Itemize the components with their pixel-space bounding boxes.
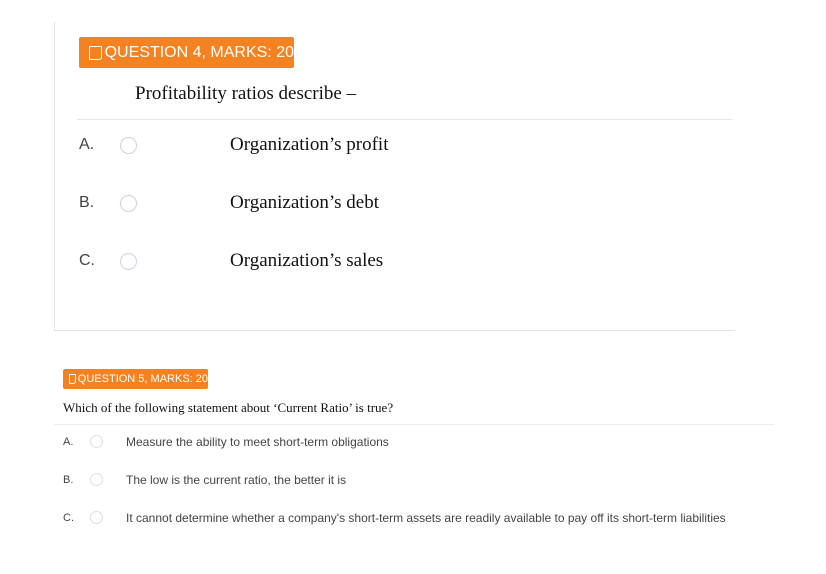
option-letter: C. — [63, 511, 74, 524]
option-letter: B. — [63, 473, 74, 486]
question-5-badge: QUESTION 5, MARKS: 20 — [63, 369, 208, 389]
option-letter: C. — [79, 252, 95, 269]
option-a-radio[interactable] — [120, 136, 137, 154]
option-b-radio[interactable] — [90, 473, 103, 486]
question-4-card — [54, 22, 735, 331]
question-5-divider — [54, 424, 774, 425]
question-5-badge-label: QUESTION 5, MARKS: 20 — [77, 373, 208, 385]
option-c-radio[interactable] — [120, 252, 137, 270]
option-text: It cannot determine whether a company's … — [126, 510, 726, 525]
option-a-radio[interactable] — [90, 435, 103, 448]
option-text: The low is the current ratio, the better… — [126, 472, 347, 487]
option-letter: A. — [63, 435, 74, 448]
option-b-radio[interactable] — [120, 194, 137, 212]
option-text: Organization’s profit — [230, 134, 389, 155]
option-letter: A. — [79, 136, 95, 153]
question-4-badge-label: QUESTION 4, MARKS: 20 — [104, 43, 294, 61]
option-letter: B. — [79, 194, 95, 211]
option-text: Organization’s sales — [230, 250, 384, 271]
question-4-divider — [77, 119, 732, 120]
note-icon — [89, 45, 102, 60]
option-text: Organization’s debt — [230, 192, 379, 213]
question-5-stem: Which of the following statement about ‘… — [63, 400, 394, 415]
question-4-badge: QUESTION 4, MARKS: 20 — [79, 37, 294, 68]
question-4-stem: Profitability ratios describe – — [135, 83, 357, 104]
option-c-radio[interactable] — [90, 511, 103, 524]
option-text: Measure the ability to meet short-term o… — [126, 434, 389, 449]
note-icon — [69, 374, 76, 384]
